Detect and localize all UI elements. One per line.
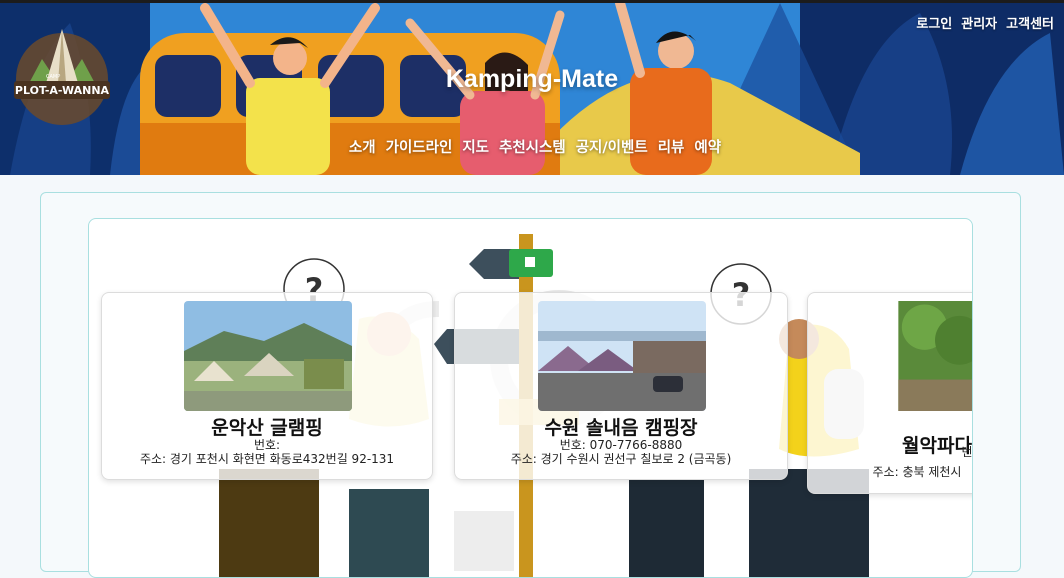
nav-item-reservation[interactable]: 예약 [694,136,721,157]
nav-item-recommend[interactable]: 추천시스템 [499,136,566,157]
utility-links: 로그인 관리자 고객센터 [916,13,1054,32]
nav-item-review[interactable]: 리뷰 [658,136,685,157]
camp-address: 주소: 경기 포천시 화현면 화동로432번길 92-131 [139,452,395,466]
camp-address: 주소: 충북 제천시 [872,465,962,479]
login-link[interactable]: 로그인 [916,13,952,32]
camp-photo [898,301,972,411]
main-nav: 소개 가이드라인 지도 추천시스템 공지/이벤트 리뷰 예약 [0,136,1064,157]
nav-item-notice[interactable]: 공지/이벤트 [576,136,648,157]
nav-item-intro[interactable]: 소개 [349,136,376,157]
camp-card[interactable]: 월악파다 번 주소: 충북 제천시 [807,292,973,494]
camp-card[interactable]: 수원 솔내음 캠핑장 번호: 070-7766-8880 주소: 경기 수원시 … [454,292,788,480]
camp-address: 주소: 경기 수원시 권선구 칠보로 2 (금곡동) [510,452,732,466]
site-header: CAMP PLOT-A-WANNA 로그인 관리자 고객센터 Kamping-M… [0,3,1064,175]
camp-phone: 번 [961,445,973,459]
customer-center-link[interactable]: 고객센터 [1006,13,1054,32]
camp-card[interactable]: 운악산 글램핑 번호: 주소: 경기 포천시 화현면 화동로432번길 92-1… [101,292,433,480]
camp-photo [538,301,706,411]
site-title[interactable]: Kamping-Mate [0,65,1064,94]
nav-item-guideline[interactable]: 가이드라인 [386,136,453,157]
nav-item-map[interactable]: 지도 [462,136,489,157]
camp-photo [184,301,352,411]
recommend-panel: ? ? 운악산 글램핑 번호: 주소: 경기 포천시 화현면 화동 [88,218,973,578]
admin-link[interactable]: 관리자 [961,13,997,32]
